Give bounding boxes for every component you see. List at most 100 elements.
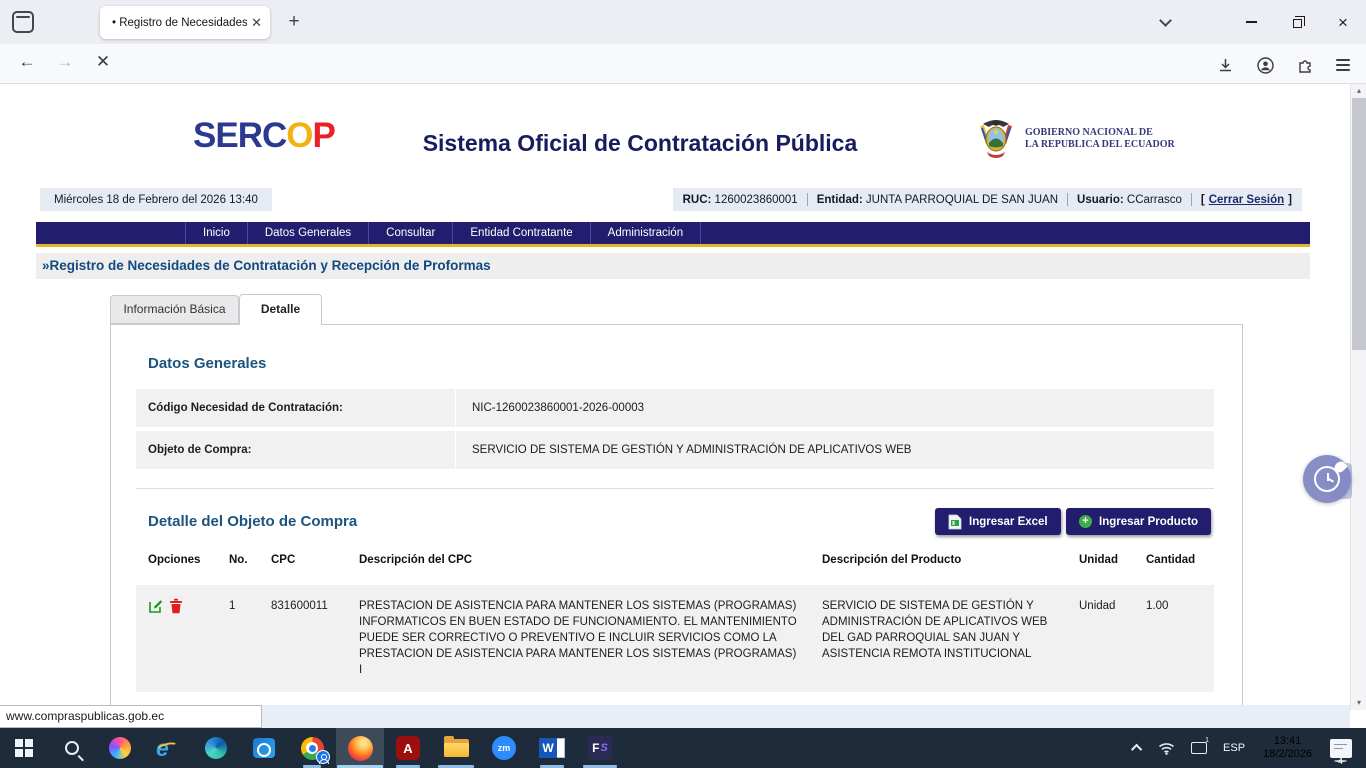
acrobat-icon: A xyxy=(396,736,420,760)
cell-cantidad: 1.00 xyxy=(1146,598,1204,678)
menu-icon[interactable] xyxy=(1330,54,1356,76)
search-button[interactable] xyxy=(48,728,96,768)
cell-cpc: 831600011 xyxy=(271,598,359,678)
scroll-up-arrow[interactable]: ▴ xyxy=(1351,84,1366,98)
delete-icon[interactable] xyxy=(169,598,183,619)
taskbar-clock[interactable]: 13:41 18/2/2026 xyxy=(1253,735,1322,761)
nav-item-inicio[interactable]: Inicio xyxy=(186,222,248,244)
status-band: www.compraspublicas.gob.ec xyxy=(0,705,1350,728)
col-cpc: CPC xyxy=(271,554,359,566)
tab-detalle[interactable]: Detalle xyxy=(239,294,322,325)
session-timer-widget[interactable] xyxy=(1303,455,1351,503)
firefox-app[interactable] xyxy=(336,728,384,768)
word-app[interactable]: W xyxy=(528,728,576,768)
ingresar-excel-button[interactable]: Ingresar Excel xyxy=(935,508,1061,535)
restore-button[interactable] xyxy=(1274,0,1320,44)
nav-item-datos-generales[interactable]: Datos Generales xyxy=(248,222,369,244)
datos-generales-table: Código Necesidad de Contratación: NIC-12… xyxy=(136,389,1214,473)
folder-icon xyxy=(444,739,469,757)
table-header-row: Opciones No. CPC Descripción del CPC Des… xyxy=(148,554,1204,566)
detail-panel: Datos Generales Código Necesidad de Cont… xyxy=(110,324,1243,707)
zoom-app[interactable]: zm xyxy=(480,728,528,768)
fes-app[interactable]: FS xyxy=(576,728,624,768)
gov-line2: LA REPUBLICA DEL ECUADOR xyxy=(1025,139,1175,151)
cell-descripcion-cpc: PRESTACION DE ASISTENCIA PARA MANTENER L… xyxy=(359,598,822,678)
tray-display-icon[interactable] xyxy=(1183,728,1215,768)
scroll-down-arrow[interactable]: ▾ xyxy=(1351,696,1366,710)
edge-app[interactable] xyxy=(192,728,240,768)
codigo-necesidad-label: Código Necesidad de Contratación: xyxy=(136,389,455,427)
edge-icon xyxy=(205,737,227,759)
table-row: Objeto de Compra: SERVICIO DE SISTEMA DE… xyxy=(136,431,1214,469)
minimize-button[interactable] xyxy=(1228,0,1274,44)
logout-link[interactable]: Cerrar Sesión xyxy=(1209,194,1284,206)
page-title: »Registro de Necesidades de Contratación… xyxy=(36,253,1310,279)
firefox-view-icon[interactable] xyxy=(12,11,34,33)
gold-divider xyxy=(36,244,1310,247)
clock-time: 13:41 xyxy=(1263,735,1312,748)
codigo-necesidad-value: NIC-1260023860001-2026-00003 xyxy=(456,389,1214,427)
ingresar-producto-button[interactable]: + Ingresar Producto xyxy=(1066,508,1211,535)
wifi-icon[interactable] xyxy=(1150,728,1183,768)
tray-chevron-up-icon[interactable] xyxy=(1126,728,1150,768)
internet-explorer-app[interactable]: e xyxy=(144,728,192,768)
cell-descripcion-producto: SERVICIO DE SISTEMA DE GESTIÓN Y ADMINIS… xyxy=(822,598,1079,678)
windows-taskbar: e A zm W FS ESP 13:41 18/2/2026 4 xyxy=(0,728,1366,768)
cell-no: 1 xyxy=(229,598,271,678)
tab-close-icon[interactable]: ✕ xyxy=(251,15,262,31)
tab-title: • Registro de Necesidades de Co xyxy=(112,17,247,29)
chrome-app[interactable] xyxy=(288,728,336,768)
objeto-compra-value: SERVICIO DE SISTEMA DE GESTIÓN Y ADMINIS… xyxy=(456,431,1214,469)
nav-item-entidad-contratante[interactable]: Entidad Contratante xyxy=(453,222,590,244)
plus-icon: + xyxy=(1079,515,1092,528)
datos-generales-heading: Datos Generales xyxy=(148,355,266,372)
back-button[interactable]: ← xyxy=(14,52,40,76)
nav-item-consultar[interactable]: Consultar xyxy=(369,222,453,244)
objeto-compra-label: Objeto de Compra: xyxy=(136,431,455,469)
clock-date: 18/2/2026 xyxy=(1263,748,1312,761)
downloads-icon[interactable] xyxy=(1212,54,1238,76)
windows-logo-icon xyxy=(15,739,33,757)
chrome-profile-badge xyxy=(316,750,330,764)
file-explorer-app[interactable] xyxy=(432,728,480,768)
close-button[interactable]: × xyxy=(1320,0,1366,44)
col-opciones: Opciones xyxy=(148,554,229,566)
government-logo: GOBIERNO NACIONAL DE LA REPUBLICA DEL EC… xyxy=(975,116,1175,162)
col-cantidad: Cantidad xyxy=(1146,554,1204,566)
internet-explorer-icon: e xyxy=(156,736,180,760)
col-no: No. xyxy=(229,554,271,566)
start-button[interactable] xyxy=(0,728,48,768)
tab-informacion-basica[interactable]: Información Básica xyxy=(110,295,239,324)
scrollbar-thumb[interactable] xyxy=(1352,98,1366,350)
acrobat-app[interactable]: A xyxy=(384,728,432,768)
extensions-icon[interactable] xyxy=(1292,54,1318,76)
new-tab-button[interactable]: + xyxy=(280,8,308,36)
outlook-app[interactable] xyxy=(240,728,288,768)
detalle-objeto-heading: Detalle del Objeto de Compra xyxy=(148,513,357,530)
notification-badge: 4 xyxy=(1334,760,1347,762)
stop-button[interactable]: ✕ xyxy=(90,52,116,76)
screen: • Registro de Necesidades de Co ✕ + × ← … xyxy=(0,0,1366,768)
cell-unidad: Unidad xyxy=(1079,598,1146,678)
copilot-app[interactable] xyxy=(96,728,144,768)
browser-tab[interactable]: • Registro de Necesidades de Co ✕ xyxy=(100,6,270,39)
site-title: Sistema Oficial de Contratación Pública xyxy=(360,130,920,157)
page-scrollbar[interactable]: ▴ ▾ xyxy=(1350,84,1366,710)
search-icon xyxy=(65,741,79,755)
session-banner: RUC: 1260023860001 Entidad: JUNTA PARROQ… xyxy=(673,188,1302,211)
tab-list-chevron-icon[interactable] xyxy=(1152,12,1180,32)
notification-icon: 4 xyxy=(1330,739,1352,758)
browser-tab-bar: • Registro de Necesidades de Co ✕ + × xyxy=(0,0,1366,44)
account-icon[interactable] xyxy=(1252,54,1278,76)
date-banner: Miércoles 18 de Febrero del 2026 13:40 xyxy=(40,188,272,211)
forward-button[interactable]: → xyxy=(52,52,78,76)
table-row: 1 831600011 PRESTACION DE ASISTENCIA PAR… xyxy=(136,585,1214,692)
nav-item-administracion[interactable]: Administración xyxy=(591,222,701,244)
fes-app-icon: FS xyxy=(588,736,612,760)
edit-icon[interactable] xyxy=(148,598,164,619)
action-center-button[interactable]: 4 xyxy=(1322,728,1366,768)
page-content: SERCOP Sistema Oficial de Contratación P… xyxy=(0,84,1350,708)
language-indicator[interactable]: ESP xyxy=(1215,728,1253,768)
main-nav: Inicio Datos Generales Consultar Entidad… xyxy=(36,222,1310,244)
ecuador-coat-of-arms-icon xyxy=(975,116,1017,162)
